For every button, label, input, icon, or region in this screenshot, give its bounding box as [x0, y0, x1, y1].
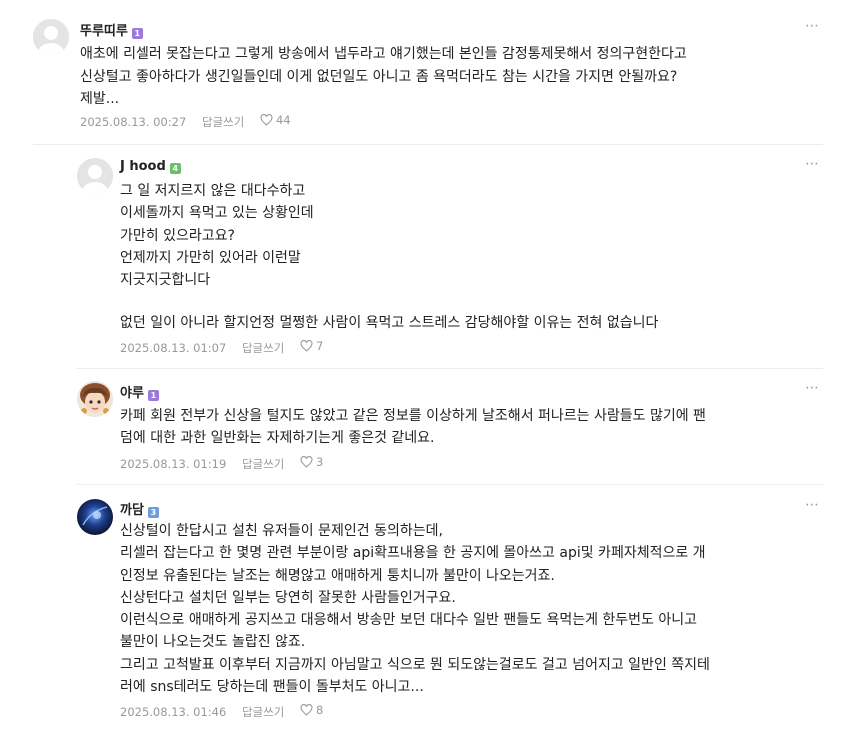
nickname-text[interactable]: 까담: [120, 503, 144, 518]
default-avatar-icon: [77, 158, 113, 194]
default-avatar-icon: [33, 19, 69, 55]
comment-nickname[interactable]: J hood 4: [120, 159, 181, 174]
member-level-badge-icon: 3: [147, 507, 159, 518]
divider: [77, 484, 823, 485]
comment-text-line: 지긋지긋합니다: [120, 272, 211, 288]
like-count: 44: [275, 113, 291, 127]
divider: [77, 368, 823, 369]
comment-text-line: 신상털이 한답시고 설친 유저들이 문제인건 동의하는데,: [120, 523, 443, 539]
like-count: 8: [315, 703, 324, 717]
comment-nickname[interactable]: 뚜루띠루 1: [80, 20, 143, 39]
comment-text-line: 리셀러 잡는다고 한 몇명 관련 부분이랑 api확프내용을 한 공지에 몰아쓰…: [120, 545, 706, 561]
reply-button[interactable]: 답글쓰기: [242, 705, 284, 719]
reply-button[interactable]: 답글쓰기: [242, 341, 284, 355]
heart-icon: [300, 456, 313, 468]
comment-meta: 2025.08.13. 01:19 답글쓰기 3: [120, 455, 347, 472]
like-button[interactable]: 44: [260, 113, 303, 127]
avatar[interactable]: [77, 499, 113, 535]
heart-icon: [300, 340, 313, 352]
comment-text-line: 애초에 리셀러 못잡는다고 그렇게 방송에서 냅두라고 얘기했는데 본인들 감정…: [80, 46, 687, 62]
comment-date: 2025.08.13. 01:07: [120, 341, 227, 355]
comment-text-line: 없던 일이 아니라 할지언정 멀쩡한 사람이 욕먹고 스트레스 감당해야할 이유…: [120, 315, 659, 331]
comment-date: 2025.08.13. 01:19: [120, 457, 227, 471]
blue-avatar-icon: [77, 499, 113, 535]
character-avatar-icon: [77, 381, 113, 417]
like-count: 3: [315, 455, 324, 469]
nickname-text[interactable]: 뚜루띠루: [80, 24, 128, 39]
comment-text-line: 덤에 대한 과한 일반화는 자제하기는게 좋은것 같네요.: [120, 430, 435, 446]
reply-button[interactable]: 답글쓰기: [202, 115, 244, 129]
comment-text-line: 신상털고 좋아하다가 생긴일들인데 이게 없던일도 아니고 좀 욕먹더라도 참는…: [80, 69, 678, 85]
avatar[interactable]: [33, 19, 69, 55]
comment-text-line: 이런식으로 애매하게 공지쓰고 대응해서 방송만 보던 대다수 일반 팬들도 욕…: [120, 612, 698, 628]
comment-text-line: 가만히 있으라고요?: [120, 228, 235, 244]
comment-text-line: 카페 회원 전부가 신상을 털지도 않았고 같은 정보를 이상하게 날조해서 퍼…: [120, 408, 706, 424]
like-button[interactable]: 8: [300, 703, 335, 717]
comment-text-line: 그 일 저지르지 않은 대다수하고: [120, 183, 306, 199]
more-options-icon[interactable]: ⋯: [805, 497, 820, 513]
comment-nickname[interactable]: 야루 1: [120, 382, 159, 401]
more-options-icon[interactable]: ⋯: [805, 380, 820, 396]
divider: [33, 144, 823, 145]
comment-text-line: 인정보 유출된다는 날조는 해명않고 애매하게 퉁치니까 불만이 나오는거죠.: [120, 568, 555, 584]
avatar[interactable]: [77, 158, 113, 194]
reply-button[interactable]: 답글쓰기: [242, 457, 284, 471]
more-options-icon[interactable]: ⋯: [805, 18, 820, 34]
like-button[interactable]: 3: [300, 455, 335, 469]
comment-text-line: 이세돌까지 욕먹고 있는 상황인데: [120, 205, 314, 221]
heart-icon: [300, 704, 313, 716]
like-count: 7: [315, 339, 324, 353]
member-level-badge-icon: 4: [169, 163, 181, 174]
member-level-badge-icon: 1: [131, 28, 143, 39]
comment-meta: 2025.08.13. 01:07 답글쓰기 7: [120, 339, 347, 356]
comment-text-line: 신상턴다고 설치던 일부는 당연히 잘못한 사람들인거구요.: [120, 590, 456, 606]
comment-meta: 2025.08.13. 01:46 답글쓰기 8: [120, 703, 347, 720]
like-button[interactable]: 7: [300, 339, 335, 353]
comment-date: 2025.08.13. 01:46: [120, 705, 227, 719]
comment-nickname[interactable]: 까담 3: [120, 499, 159, 518]
comment-text-line: 언제까지 가만히 있어라 이런말: [120, 250, 301, 266]
comment-text-line: 불만이 나오는것도 놀랍진 않죠.: [120, 634, 306, 650]
comment-text-line: 러에 sns테러도 당하는데 팬들이 돌부처도 아니고...: [120, 679, 424, 695]
more-options-icon[interactable]: ⋯: [805, 156, 820, 172]
avatar[interactable]: [77, 381, 113, 417]
comment-date: 2025.08.13. 00:27: [80, 115, 187, 129]
nickname-text[interactable]: J hood: [120, 159, 166, 174]
heart-icon: [260, 114, 273, 126]
comment-text-line: 제발...: [80, 91, 120, 107]
comment-text-line: 그리고 고척발표 이후부터 지금까지 아님말고 식으로 뭔 되도않는걸로도 걸고…: [120, 657, 710, 673]
nickname-text[interactable]: 야루: [120, 386, 144, 401]
member-level-badge-icon: 1: [147, 390, 159, 401]
comment-meta: 2025.08.13. 00:27 답글쓰기 44: [80, 113, 315, 130]
